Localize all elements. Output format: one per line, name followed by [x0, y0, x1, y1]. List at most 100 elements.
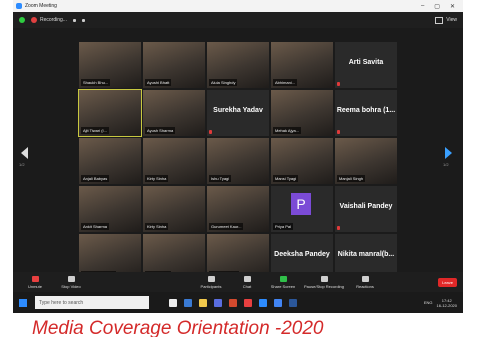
participant-name: Ishu Tyagi [209, 175, 232, 182]
participant-tile[interactable]: Surekha Yadav [207, 90, 269, 136]
prev-page-arrow-icon[interactable] [21, 147, 28, 159]
language-indicator[interactable]: ENG [424, 300, 433, 305]
muted-mic-icon [337, 226, 340, 230]
stop-video-button[interactable]: Stop Video [53, 275, 89, 289]
participant-tile[interactable]: Vaishali Pandey [335, 186, 397, 232]
avatar: P [291, 193, 311, 215]
stop-video-label: Stop Video [61, 283, 81, 289]
participant-name: Surekha Yadav [213, 107, 263, 114]
participants-label: Participants [200, 283, 222, 289]
participant-tile[interactable]: Shaukh Bhu... [79, 42, 141, 88]
participant-tile[interactable]: P Priya Pal [271, 186, 333, 232]
participant-tile[interactable]: Kirty Sinha [143, 138, 205, 184]
file-explorer-icon[interactable] [199, 298, 207, 307]
reaction-smile-icon [361, 275, 369, 282]
maximize-button[interactable]: ▢ [434, 3, 440, 10]
participant-name: Priya Pal [273, 223, 294, 230]
office-icon[interactable] [229, 298, 237, 307]
share-screen-label: Share Screen [270, 283, 296, 289]
video-camera-icon [67, 275, 75, 282]
participants-button[interactable]: Participants [193, 275, 229, 289]
participant-name: Ankit Sharma [81, 223, 110, 230]
view-button[interactable]: View [435, 16, 457, 24]
participant-name: Mehak Ajya... [273, 127, 302, 134]
participant-name: Vaishali Pandey [339, 203, 393, 210]
taskbar-apps [169, 298, 297, 307]
participant-name: Deeksha Pandey [274, 251, 330, 258]
muted-mic-icon [209, 130, 212, 134]
muted-mic-icon [31, 275, 39, 282]
image-caption: Media Coverage Orientation -2020 [32, 318, 324, 337]
participant-tile[interactable]: Arti Savita [335, 42, 397, 88]
participant-tile[interactable]: Ajit Tiwari (I... [78, 89, 142, 137]
windows-start-icon[interactable] [19, 298, 27, 307]
taskbar-clock[interactable]: 17:42 16-12-2020 [437, 298, 457, 308]
participant-name: Nikita manral(b... [337, 251, 395, 258]
pdf-icon[interactable] [244, 298, 252, 307]
participants-icon [207, 275, 215, 282]
reactions-button[interactable]: Reactions [347, 275, 383, 289]
participant-grid: Shaukh Bhu... Ayushi Bhatt Aluia Singhdy Ab… [78, 42, 397, 280]
reactions-label: Reactions [356, 283, 374, 289]
zoom-taskbar-icon[interactable] [259, 298, 267, 307]
pause-recording-label: Pause/Stop Recording [303, 283, 345, 289]
participant-name: Arti Savita [348, 59, 384, 66]
share-screen-button[interactable]: Share Screen [265, 275, 301, 289]
participant-tile[interactable]: Ishu Tyagi [207, 138, 269, 184]
zoom-icon [16, 3, 22, 9]
stop-recording-icon[interactable] [81, 18, 85, 22]
participant-tile[interactable]: Mehak Ajya... [271, 90, 333, 136]
participant-tile[interactable]: Mansi Tyagi [271, 138, 333, 184]
unmute-label: Unmute [27, 283, 42, 289]
chrome-icon[interactable] [274, 298, 282, 307]
participant-tile[interactable]: Abhimani... [271, 42, 333, 88]
participant-tile[interactable]: Manjali Singh [335, 138, 397, 184]
share-screen-icon [279, 275, 287, 282]
close-button[interactable]: ✕ [450, 3, 455, 10]
leave-button[interactable]: Leave [438, 277, 457, 287]
participant-name: Ayushi Bhatt [145, 79, 172, 86]
unmute-button[interactable]: Unmute [17, 275, 53, 289]
next-page-arrow-icon[interactable] [445, 147, 452, 159]
participant-tile[interactable]: Ayush Sharma [143, 90, 205, 136]
taskbar-search[interactable]: Type here to search [35, 296, 149, 309]
minimize-button[interactable]: – [421, 3, 424, 10]
page-indicator-right: 1/2 [443, 162, 449, 167]
participant-name: Manjali Singh [337, 175, 366, 182]
shield-icon[interactable] [19, 17, 25, 23]
recording-label: Recording... [40, 17, 67, 23]
word-icon[interactable] [289, 298, 297, 307]
meeting-toolbar: Unmute Stop Video Participants Chat Shar… [13, 272, 463, 292]
pause-recording-icon [320, 275, 328, 282]
edge-icon[interactable] [184, 298, 192, 307]
windows-taskbar: Type here to search ENG 17:42 16-12-2020 [13, 292, 463, 313]
grid-view-icon [435, 16, 444, 24]
participant-tile[interactable]: Kirty Sinha [143, 186, 205, 232]
system-tray: ENG 17:42 16-12-2020 [424, 298, 457, 308]
participant-name: Kirty Sinha [145, 175, 169, 182]
participant-name: Shaukh Bhu... [81, 79, 111, 86]
window-title: Zoom Meeting [25, 3, 57, 9]
chat-icon [243, 275, 251, 282]
participant-name: Aluia Singhdy [209, 79, 238, 86]
chat-button[interactable]: Chat [229, 275, 265, 289]
participant-tile[interactable]: Anjali Babyas [79, 138, 141, 184]
task-view-icon[interactable] [169, 298, 177, 307]
participant-tile[interactable]: Aluia Singhdy [207, 42, 269, 88]
participant-name: Ajit Tiwari (I... [81, 127, 110, 134]
recording-bar: Recording... View [13, 12, 463, 28]
chat-label: Chat [242, 283, 252, 289]
pause-recording-icon[interactable] [72, 18, 76, 22]
muted-mic-icon [337, 82, 340, 86]
participant-name: Ayush Sharma [145, 127, 176, 134]
pause-recording-button[interactable]: Pause/Stop Recording [301, 275, 347, 289]
participant-tile[interactable]: Ayushi Bhatt [143, 42, 205, 88]
store-icon[interactable] [214, 298, 222, 307]
participant-name: Reema bohra (1... [336, 107, 396, 114]
participant-tile[interactable]: Ankit Sharma [79, 186, 141, 232]
clock-date: 16-12-2020 [436, 302, 457, 308]
participant-tile[interactable]: Reema bohra (1... [335, 90, 397, 136]
search-placeholder: Type here to search [39, 299, 84, 306]
page-indicator-left: 1/2 [19, 162, 25, 167]
participant-tile[interactable]: Gurumeet Kaur... [207, 186, 269, 232]
